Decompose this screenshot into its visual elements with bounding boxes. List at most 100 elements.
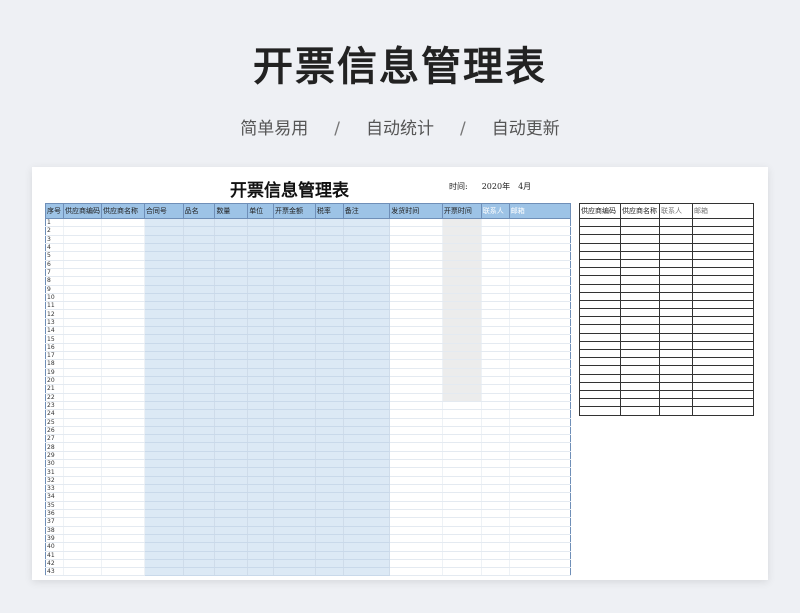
side-table-cell[interactable] [659, 324, 693, 334]
table-cell[interactable] [315, 384, 344, 394]
side-table-cell[interactable] [659, 316, 693, 326]
row-number-cell[interactable]: 21 [45, 384, 64, 394]
table-cell[interactable] [101, 459, 145, 469]
column-header[interactable]: 税率 [314, 203, 344, 219]
side-table-cell[interactable] [620, 275, 660, 285]
table-cell[interactable] [183, 459, 216, 469]
table-cell[interactable] [442, 442, 482, 452]
table-cell[interactable] [63, 376, 102, 386]
table-cell[interactable] [183, 293, 216, 303]
table-cell[interactable] [183, 343, 216, 353]
table-cell[interactable] [509, 401, 571, 411]
table-cell[interactable] [273, 368, 316, 377]
row-number-cell[interactable]: 7 [45, 268, 64, 278]
table-cell[interactable] [183, 268, 216, 278]
table-cell[interactable] [183, 451, 216, 461]
table-cell[interactable] [481, 409, 510, 419]
table-cell[interactable] [273, 401, 316, 411]
table-cell[interactable] [481, 309, 510, 319]
table-cell[interactable] [214, 326, 249, 336]
table-cell[interactable] [481, 226, 510, 236]
side-table-cell[interactable] [692, 299, 754, 310]
table-cell[interactable] [214, 459, 249, 469]
table-cell[interactable] [247, 301, 275, 311]
table-cell[interactable] [442, 551, 482, 560]
table-cell[interactable] [214, 401, 249, 411]
table-cell[interactable] [247, 551, 275, 560]
table-cell[interactable] [389, 243, 443, 253]
column-header[interactable]: 合同号 [143, 203, 184, 219]
side-table-cell[interactable] [579, 365, 621, 375]
table-cell[interactable] [63, 401, 102, 411]
table-cell[interactable] [343, 309, 391, 319]
table-cell[interactable] [247, 285, 275, 294]
table-cell[interactable] [101, 301, 145, 311]
table-cell[interactable] [315, 343, 344, 353]
table-cell[interactable] [343, 343, 391, 353]
table-cell[interactable] [101, 326, 145, 336]
table-cell[interactable] [389, 251, 443, 261]
table-cell[interactable] [63, 517, 102, 527]
side-table-cell[interactable] [620, 250, 660, 260]
table-cell[interactable] [144, 276, 184, 286]
table-cell[interactable] [247, 309, 275, 319]
table-cell[interactable] [315, 309, 344, 319]
table-cell[interactable] [214, 418, 249, 427]
table-cell[interactable] [389, 343, 443, 353]
table-cell[interactable] [63, 551, 102, 560]
table-cell[interactable] [509, 251, 571, 261]
table-cell[interactable] [442, 226, 482, 236]
table-cell[interactable] [214, 351, 249, 361]
table-cell[interactable] [389, 459, 443, 469]
table-cell[interactable] [442, 492, 482, 502]
table-cell[interactable] [389, 534, 443, 544]
table-cell[interactable] [247, 542, 275, 552]
table-cell[interactable] [343, 509, 391, 519]
table-cell[interactable] [442, 359, 482, 369]
side-table-cell[interactable] [579, 398, 621, 408]
row-number-cell[interactable]: 18 [45, 359, 64, 369]
table-cell[interactable] [247, 368, 275, 377]
table-cell[interactable] [63, 526, 102, 535]
table-cell[interactable] [509, 226, 571, 236]
table-cell[interactable] [247, 334, 275, 344]
table-cell[interactable] [101, 542, 145, 552]
side-table-cell[interactable] [620, 357, 660, 367]
table-cell[interactable] [509, 434, 571, 444]
row-number-cell[interactable]: 36 [45, 509, 64, 519]
row-number-cell[interactable]: 35 [45, 501, 64, 510]
table-cell[interactable] [343, 351, 391, 361]
side-table-cell[interactable] [659, 348, 693, 359]
table-cell[interactable] [214, 226, 249, 236]
table-cell[interactable] [481, 351, 510, 361]
table-cell[interactable] [63, 484, 102, 494]
table-cell[interactable] [214, 467, 249, 477]
table-cell[interactable] [389, 501, 443, 510]
table-cell[interactable] [247, 376, 275, 386]
table-cell[interactable] [273, 260, 316, 269]
side-table-cell[interactable] [659, 275, 693, 285]
table-cell[interactable] [509, 235, 571, 244]
table-cell[interactable] [343, 285, 391, 294]
table-cell[interactable] [214, 476, 249, 486]
table-cell[interactable] [273, 542, 316, 552]
table-cell[interactable] [144, 467, 184, 477]
table-cell[interactable] [273, 334, 316, 344]
table-cell[interactable] [442, 343, 482, 353]
table-cell[interactable] [343, 218, 391, 228]
table-cell[interactable] [63, 301, 102, 311]
row-number-cell[interactable]: 38 [45, 526, 64, 535]
table-cell[interactable] [343, 467, 391, 477]
side-table-cell[interactable] [620, 381, 660, 391]
side-table-cell[interactable] [579, 267, 621, 277]
table-cell[interactable] [183, 368, 216, 377]
table-cell[interactable] [481, 343, 510, 353]
table-cell[interactable] [343, 293, 391, 303]
row-number-cell[interactable]: 1 [45, 218, 64, 228]
row-number-cell[interactable]: 24 [45, 409, 64, 419]
side-table-cell[interactable] [692, 226, 754, 236]
table-cell[interactable] [481, 542, 510, 552]
table-cell[interactable] [144, 334, 184, 344]
column-header[interactable]: 开票金额 [273, 203, 316, 219]
table-cell[interactable] [442, 301, 482, 311]
